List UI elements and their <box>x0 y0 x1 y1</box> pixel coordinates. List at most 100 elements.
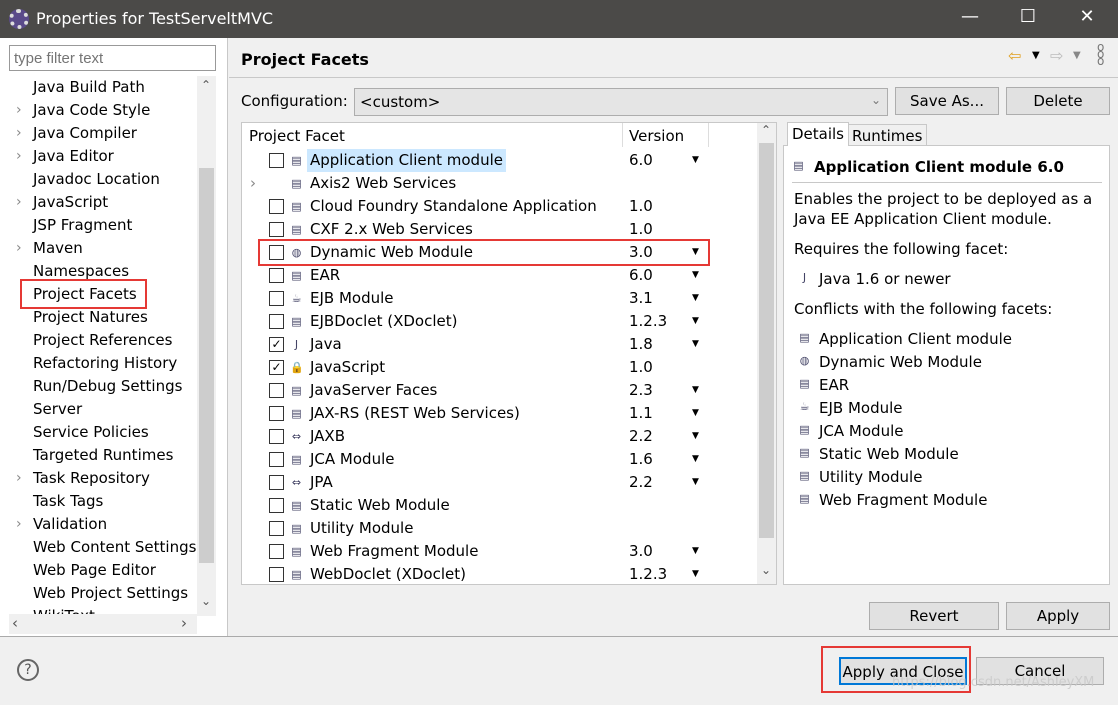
sidebar-item[interactable]: JavaScript <box>33 191 108 214</box>
facets-scrollbar[interactable]: ⌃ ⌄ <box>757 123 776 584</box>
sidebar-item[interactable]: Maven <box>33 237 83 260</box>
facet-row[interactable]: ✓ 🔒 JavaScript 1.0 <box>242 356 757 379</box>
version-dropdown-icon[interactable]: ▼ <box>692 333 699 356</box>
back-arrow-icon[interactable]: ⇦ <box>1008 46 1021 65</box>
facet-version[interactable]: 6.0 <box>629 149 653 172</box>
expand-arrow-icon[interactable]: › <box>16 122 22 145</box>
version-dropdown-icon[interactable]: ▼ <box>692 310 699 333</box>
facet-row[interactable]: ✓ J Java 1.8 ▼ <box>242 333 757 356</box>
facet-row[interactable]: ▤ JavaServer Faces 2.3 ▼ <box>242 379 757 402</box>
back-menu-icon[interactable]: ▼ <box>1032 50 1040 61</box>
facet-version[interactable]: 1.6 <box>629 448 653 471</box>
facet-row[interactable]: › ▤ Axis2 Web Services <box>242 172 757 195</box>
scroll-down-icon[interactable]: ⌄ <box>201 594 211 608</box>
scroll-thumb[interactable] <box>759 143 774 538</box>
facet-row[interactable]: ▤ EJBDoclet (XDoclet) 1.2.3 ▼ <box>242 310 757 333</box>
version-dropdown-icon[interactable]: ▼ <box>692 425 699 448</box>
sidebar-item[interactable]: Validation <box>33 513 107 536</box>
facet-version[interactable]: 1.2.3 <box>629 563 667 586</box>
forward-arrow-icon[interactable]: ⇨ <box>1050 46 1063 65</box>
facet-version[interactable]: 3.0 <box>629 540 653 563</box>
sidebar-item[interactable]: WikiText <box>33 605 95 614</box>
sidebar-item[interactable]: Refactoring History <box>33 352 177 375</box>
facet-row[interactable]: ▤ Static Web Module <box>242 494 757 517</box>
close-button[interactable]: ✕ <box>1072 6 1102 27</box>
facet-row[interactable]: ⇔ JAXB 2.2 ▼ <box>242 425 757 448</box>
facet-version[interactable]: 3.1 <box>629 287 653 310</box>
sidebar-item[interactable]: Run/Debug Settings <box>33 375 182 398</box>
version-dropdown-icon[interactable]: ▼ <box>692 149 699 172</box>
facet-version[interactable]: 2.2 <box>629 425 653 448</box>
facet-row[interactable]: ▤ Application Client module 6.0 ▼ <box>242 149 757 172</box>
facet-version[interactable]: 1.0 <box>629 218 653 241</box>
expand-arrow-icon[interactable]: › <box>16 99 22 122</box>
scroll-thumb[interactable] <box>199 168 214 563</box>
facet-version[interactable]: 1.0 <box>629 195 653 218</box>
apply-button[interactable]: Apply <box>1006 602 1110 630</box>
scroll-right-icon[interactable]: › <box>181 614 187 632</box>
facet-checkbox[interactable] <box>269 222 284 237</box>
forward-menu-icon[interactable]: ▼ <box>1073 50 1081 61</box>
revert-button[interactable]: Revert <box>869 602 999 630</box>
facet-checkbox[interactable] <box>269 383 284 398</box>
facet-row[interactable]: ⇔ JPA 2.2 ▼ <box>242 471 757 494</box>
sidebar-item[interactable]: Server <box>33 398 82 421</box>
version-dropdown-icon[interactable]: ▼ <box>692 563 699 586</box>
sidebar-item[interactable]: Web Content Settings <box>33 536 196 559</box>
sidebar-item[interactable]: Service Policies <box>33 421 149 444</box>
facet-checkbox[interactable] <box>269 199 284 214</box>
facet-checkbox[interactable] <box>269 268 284 283</box>
facet-row[interactable]: ▤ Cloud Foundry Standalone Application 1.0 <box>242 195 757 218</box>
facet-row[interactable]: ▤ CXF 2.x Web Services 1.0 <box>242 218 757 241</box>
sidebar-item[interactable]: Task Tags <box>33 490 103 513</box>
sidebar-item[interactable]: Project References <box>33 329 172 352</box>
expand-arrow-icon[interactable]: › <box>250 172 256 195</box>
delete-button[interactable]: Delete <box>1006 87 1110 115</box>
more-options-icon[interactable]: ooo <box>1097 41 1104 67</box>
facet-checkbox[interactable] <box>269 521 284 536</box>
sidebar-item[interactable]: Java Editor <box>33 145 114 168</box>
facet-row[interactable]: ☕ EJB Module 3.1 ▼ <box>242 287 757 310</box>
tab-details[interactable]: Details <box>787 122 850 146</box>
help-button[interactable]: ? <box>17 659 39 681</box>
sidebar-hscrollbar[interactable]: ‹ › <box>9 614 197 634</box>
facet-checkbox[interactable] <box>269 452 284 467</box>
sidebar-item[interactable]: Java Build Path <box>33 76 145 99</box>
facet-checkbox[interactable] <box>269 498 284 513</box>
facet-version[interactable]: 1.1 <box>629 402 653 425</box>
version-dropdown-icon[interactable]: ▼ <box>692 540 699 563</box>
expand-arrow-icon[interactable]: › <box>16 237 22 260</box>
save-as-button[interactable]: Save As... <box>895 87 999 115</box>
sidebar-item[interactable]: Web Page Editor <box>33 559 156 582</box>
facet-row[interactable]: ▤ JAX-RS (REST Web Services) 1.1 ▼ <box>242 402 757 425</box>
facet-version[interactable]: 1.0 <box>629 356 653 379</box>
version-dropdown-icon[interactable]: ▼ <box>692 379 699 402</box>
version-dropdown-icon[interactable]: ▼ <box>692 471 699 494</box>
version-dropdown-icon[interactable]: ▼ <box>692 448 699 471</box>
sidebar-scrollbar[interactable]: ⌃ ⌄ <box>197 76 216 616</box>
facet-checkbox[interactable]: ✓ <box>269 337 284 352</box>
minimize-button[interactable]: — <box>955 6 985 27</box>
filter-input[interactable] <box>9 45 216 71</box>
expand-arrow-icon[interactable]: › <box>16 191 22 214</box>
scroll-up-icon[interactable]: ⌃ <box>201 78 211 92</box>
version-dropdown-icon[interactable]: ▼ <box>692 402 699 425</box>
sidebar-item[interactable]: Java Code Style <box>33 99 150 122</box>
facet-version[interactable]: 6.0 <box>629 264 653 287</box>
scroll-down-icon[interactable]: ⌄ <box>761 563 771 577</box>
sidebar-item[interactable]: Java Compiler <box>33 122 137 145</box>
version-dropdown-icon[interactable]: ▼ <box>692 287 699 310</box>
facet-row[interactable]: ▤ WebDoclet (XDoclet) 1.2.3 ▼ <box>242 563 757 586</box>
maximize-button[interactable]: ☐ <box>1013 6 1043 27</box>
facet-version[interactable]: 2.3 <box>629 379 653 402</box>
expand-arrow-icon[interactable]: › <box>16 467 22 490</box>
facet-checkbox[interactable] <box>269 153 284 168</box>
sidebar-item[interactable]: JSP Fragment <box>33 214 132 237</box>
facet-checkbox[interactable] <box>269 567 284 582</box>
facet-row[interactable]: ▤ EAR 6.0 ▼ <box>242 264 757 287</box>
configuration-select[interactable]: <custom> ⌄ <box>354 88 888 116</box>
tab-runtimes[interactable]: Runtimes <box>847 124 928 146</box>
facet-row[interactable]: ▤ Utility Module <box>242 517 757 540</box>
sidebar-item[interactable]: Web Project Settings <box>33 582 188 605</box>
facet-checkbox[interactable] <box>269 406 284 421</box>
